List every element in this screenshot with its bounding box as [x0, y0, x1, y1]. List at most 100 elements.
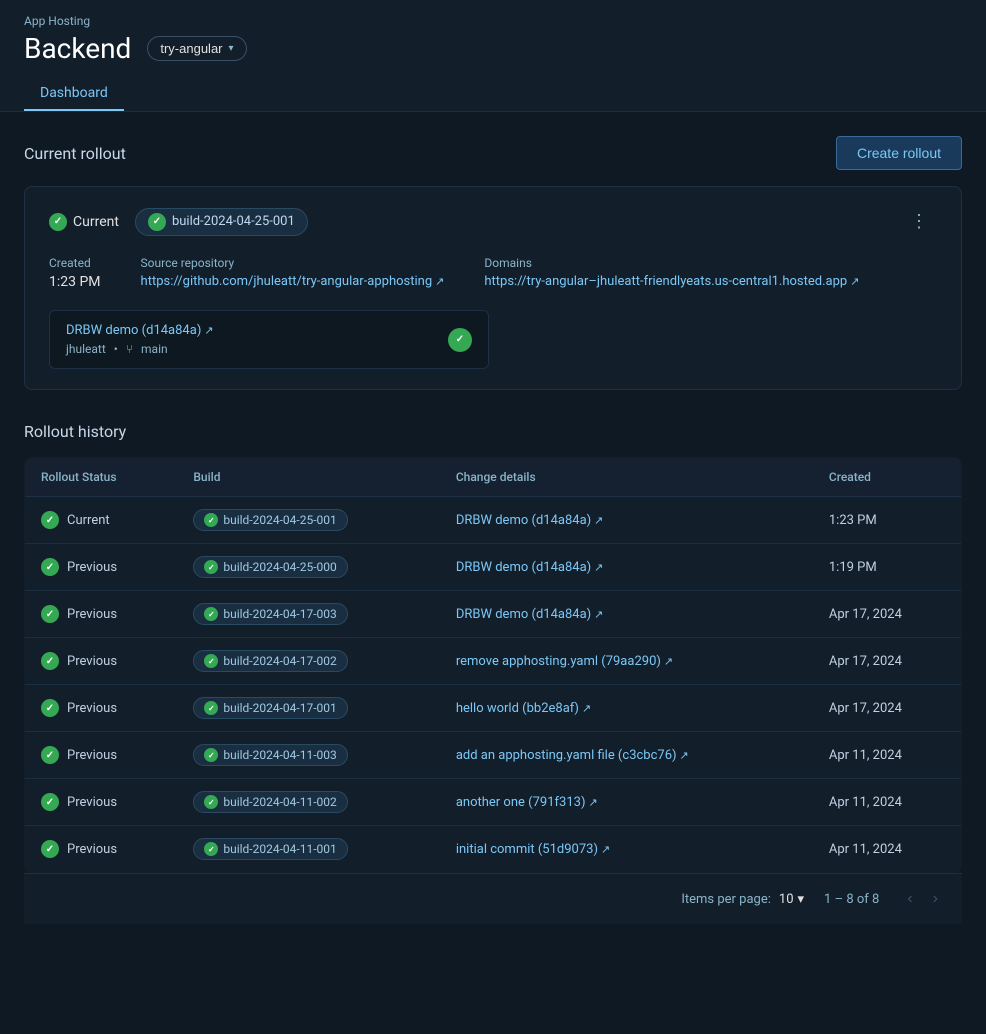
row-status-cell: Previous — [41, 652, 161, 670]
commit-link[interactable]: DRBW demo (d14a84a) — [66, 323, 214, 338]
col-rollout-status: Rollout Status — [25, 458, 178, 497]
row-status-cell: Previous — [41, 746, 161, 764]
row-status-dot — [41, 840, 59, 858]
rollout-card-header-left: Current build-2024-04-25-001 — [49, 208, 308, 236]
row-status-dot — [41, 746, 59, 764]
created-col: Created 1:23 PM — [49, 256, 101, 290]
row-build-id: build-2024-04-11-001 — [223, 842, 336, 856]
build-status-dot — [148, 213, 166, 231]
row-change-link[interactable]: hello world (bb2e8af) — [456, 701, 591, 716]
source-repo-col: Source repository https://github.com/jhu… — [141, 256, 445, 290]
page-title: Backend — [24, 32, 131, 65]
top-bar: App Hosting Backend try-angular ▾ Dashbo… — [0, 0, 986, 112]
branch-selector[interactable]: try-angular ▾ — [147, 36, 246, 61]
domains-col: Domains https://try-angular–jhuleatt-fri… — [484, 256, 859, 290]
prev-page-button[interactable]: ‹ — [899, 886, 920, 912]
main-content: Current rollout Create rollout Current b… — [0, 112, 986, 948]
current-rollout-header: Current rollout Create rollout — [24, 136, 962, 170]
row-build-tag[interactable]: build-2024-04-17-001 — [193, 697, 347, 719]
branch-selector-label: try-angular — [160, 41, 222, 56]
current-status-label: Current — [73, 214, 119, 230]
row-status-cell: Previous — [41, 558, 161, 576]
row-build-tag[interactable]: build-2024-04-17-003 — [193, 603, 347, 625]
row-created: Apr 17, 2024 — [813, 591, 962, 638]
row-build-tag[interactable]: build-2024-04-11-001 — [193, 838, 347, 860]
row-change-link[interactable]: DRBW demo (d14a84a) — [456, 607, 604, 622]
table-row: Previous build-2024-04-17-001 hello worl… — [25, 685, 962, 732]
commit-status-dot — [448, 328, 472, 352]
tab-dashboard[interactable]: Dashboard — [24, 77, 124, 111]
row-build-dot — [204, 607, 218, 621]
next-page-button[interactable]: › — [925, 886, 946, 912]
row-status-dot — [41, 605, 59, 623]
row-created: Apr 11, 2024 — [813, 826, 962, 873]
commit-meta: jhuleatt • ⑂ main — [66, 342, 214, 356]
row-status-dot — [41, 699, 59, 717]
current-build-badge[interactable]: build-2024-04-25-001 — [135, 208, 308, 236]
current-rollout-title: Current rollout — [24, 144, 126, 163]
commit-author: jhuleatt — [66, 342, 106, 356]
commit-row: DRBW demo (d14a84a) jhuleatt • ⑂ main — [49, 310, 489, 369]
table-row: Previous build-2024-04-25-000 DRBW demo … — [25, 544, 962, 591]
row-status-label: Previous — [67, 842, 117, 857]
row-build-dot — [204, 748, 218, 762]
row-status-label: Previous — [67, 795, 117, 810]
row-status-cell: Previous — [41, 793, 161, 811]
created-value: 1:23 PM — [49, 274, 101, 290]
row-created: Apr 11, 2024 — [813, 732, 962, 779]
row-build-tag[interactable]: build-2024-04-17-002 — [193, 650, 347, 672]
row-status-label: Previous — [67, 607, 117, 622]
row-change-link[interactable]: remove apphosting.yaml (79aa290) — [456, 654, 673, 669]
create-rollout-button[interactable]: Create rollout — [836, 136, 962, 170]
row-build-id: build-2024-04-11-002 — [223, 795, 336, 809]
items-per-page-value: 10 — [779, 892, 794, 907]
row-status-dot — [41, 652, 59, 670]
row-build-dot — [204, 560, 218, 574]
row-build-tag[interactable]: build-2024-04-11-003 — [193, 744, 347, 766]
row-status-cell: Previous — [41, 605, 161, 623]
row-status-cell: Previous — [41, 840, 161, 858]
row-change-link[interactable]: initial commit (51d9073) — [456, 842, 610, 857]
row-status-dot — [41, 511, 59, 529]
source-repo-label: Source repository — [141, 256, 445, 270]
row-change-link[interactable]: DRBW demo (d14a84a) — [456, 513, 604, 528]
tabs-row: Dashboard — [24, 77, 962, 111]
row-status-dot — [41, 793, 59, 811]
row-build-dot — [204, 513, 218, 527]
items-per-page-select[interactable]: 10 ▾ — [779, 892, 804, 907]
rollout-history-title: Rollout history — [24, 422, 962, 441]
app-hosting-label: App Hosting — [24, 14, 962, 28]
items-per-page-label: Items per page: — [681, 892, 771, 907]
row-build-tag[interactable]: build-2024-04-25-001 — [193, 509, 347, 531]
domain-link[interactable]: https://try-angular–jhuleatt-friendlyeat… — [484, 274, 859, 289]
col-build: Build — [177, 458, 439, 497]
row-build-id: build-2024-04-17-002 — [223, 654, 336, 668]
row-build-id: build-2024-04-25-001 — [223, 513, 336, 527]
commit-branch: main — [141, 342, 168, 356]
rollout-card-header: Current build-2024-04-25-001 ⋮ — [49, 207, 937, 236]
row-change-link[interactable]: DRBW demo (d14a84a) — [456, 560, 604, 575]
row-build-tag[interactable]: build-2024-04-25-000 — [193, 556, 347, 578]
col-change-details: Change details — [440, 458, 813, 497]
rollout-card-details: Created 1:23 PM Source repository https:… — [49, 256, 937, 290]
row-created: 1:19 PM — [813, 544, 962, 591]
row-status-label: Previous — [67, 560, 117, 575]
row-change-link[interactable]: another one (791f313) — [456, 795, 598, 810]
current-build-id: build-2024-04-25-001 — [172, 214, 295, 229]
row-build-tag[interactable]: build-2024-04-11-002 — [193, 791, 347, 813]
title-row: Backend try-angular ▾ — [24, 32, 962, 65]
more-options-button[interactable]: ⋮ — [902, 207, 937, 236]
current-rollout-card: Current build-2024-04-25-001 ⋮ Created 1… — [24, 186, 962, 390]
chevron-down-icon: ▾ — [229, 43, 234, 54]
row-change-link[interactable]: add an apphosting.yaml file (c3cbc76) — [456, 748, 689, 763]
row-build-id: build-2024-04-11-003 — [223, 748, 336, 762]
commit-info: DRBW demo (d14a84a) jhuleatt • ⑂ main — [66, 323, 214, 356]
row-build-dot — [204, 795, 218, 809]
row-build-dot — [204, 842, 218, 856]
row-created: Apr 17, 2024 — [813, 638, 962, 685]
row-build-id: build-2024-04-25-000 — [223, 560, 336, 574]
created-label: Created — [49, 256, 101, 270]
row-created: 1:23 PM — [813, 497, 962, 544]
row-status-cell: Current — [41, 511, 161, 529]
source-repo-link[interactable]: https://github.com/jhuleatt/try-angular-… — [141, 274, 445, 289]
